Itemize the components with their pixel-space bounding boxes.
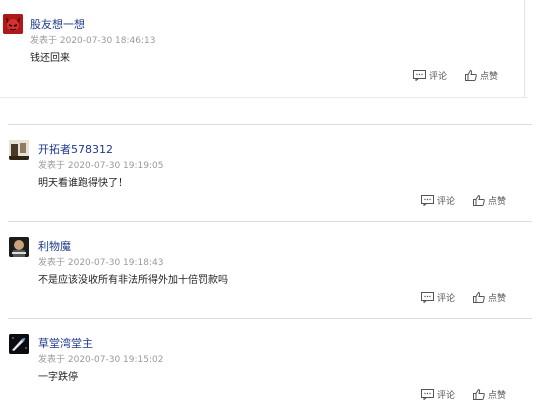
post-time: 发表于 2020-07-30 19:19:05 — [38, 161, 164, 171]
comment-button[interactable]: 评论 — [421, 194, 455, 207]
comment-button[interactable]: 评论 — [421, 291, 455, 304]
divider — [0, 97, 528, 98]
comment-button[interactable]: 评论 — [421, 388, 455, 401]
post-time: 发表于 2020-07-30 19:15:02 — [38, 355, 164, 365]
username[interactable]: 利物魔 — [38, 238, 71, 254]
comment-item: 利物魔 发表于 2020-07-30 19:18:43 不是应该没收所有非法所得… — [8, 222, 532, 318]
post-time: 发表于 2020-07-30 19:18:43 — [38, 258, 164, 268]
like-label: 点赞 — [480, 72, 499, 82]
like-label: 点赞 — [488, 197, 507, 207]
like-button[interactable]: 点赞 — [473, 388, 506, 401]
username[interactable]: 开拓者578312 — [38, 141, 113, 157]
like-button[interactable]: 点赞 — [473, 291, 506, 304]
comment-label: 评论 — [437, 391, 456, 401]
comment-icon — [421, 195, 434, 206]
comment-item: 股友想一想 发表于 2020-07-30 18:46:13 钱还回来 评论 点赞 — [0, 0, 530, 100]
comment-text: 明天看谁跑得快了！ — [38, 178, 128, 189]
avatar[interactable] — [9, 334, 29, 354]
comment-text: 钱还回来 — [30, 53, 70, 64]
comment-item: 草堂湾堂主 发表于 2020-07-30 19:15:02 一字跌停 评论 点赞 — [8, 319, 532, 402]
comment-icon — [421, 389, 434, 400]
comment-icon — [413, 70, 426, 81]
thumbs-up-icon — [473, 292, 485, 303]
thumbs-up-icon — [465, 70, 477, 81]
avatar[interactable] — [9, 237, 29, 257]
avatar[interactable] — [3, 14, 23, 34]
avatar[interactable] — [9, 140, 29, 160]
comment-text: 一字跌停 — [38, 372, 78, 383]
comment-label: 评论 — [437, 294, 456, 304]
post-time: 发表于 2020-07-30 18:46:13 — [30, 36, 156, 46]
thumbs-up-icon — [473, 389, 485, 400]
like-label: 点赞 — [488, 294, 507, 304]
like-button[interactable]: 点赞 — [465, 69, 498, 82]
comment-item: 开拓者578312 发表于 2020-07-30 19:19:05 明天看谁跑得… — [8, 125, 532, 221]
like-button[interactable]: 点赞 — [473, 194, 506, 207]
comment-label: 评论 — [437, 197, 456, 207]
thumbs-up-icon — [473, 195, 485, 206]
comment-text: 不是应该没收所有非法所得外加十倍罚款吗 — [38, 275, 228, 286]
comment-label: 评论 — [429, 72, 448, 82]
like-label: 点赞 — [488, 391, 507, 401]
comment-button[interactable]: 评论 — [413, 69, 447, 82]
comment-icon — [421, 292, 434, 303]
username[interactable]: 股友想一想 — [30, 16, 85, 32]
username[interactable]: 草堂湾堂主 — [38, 335, 93, 351]
